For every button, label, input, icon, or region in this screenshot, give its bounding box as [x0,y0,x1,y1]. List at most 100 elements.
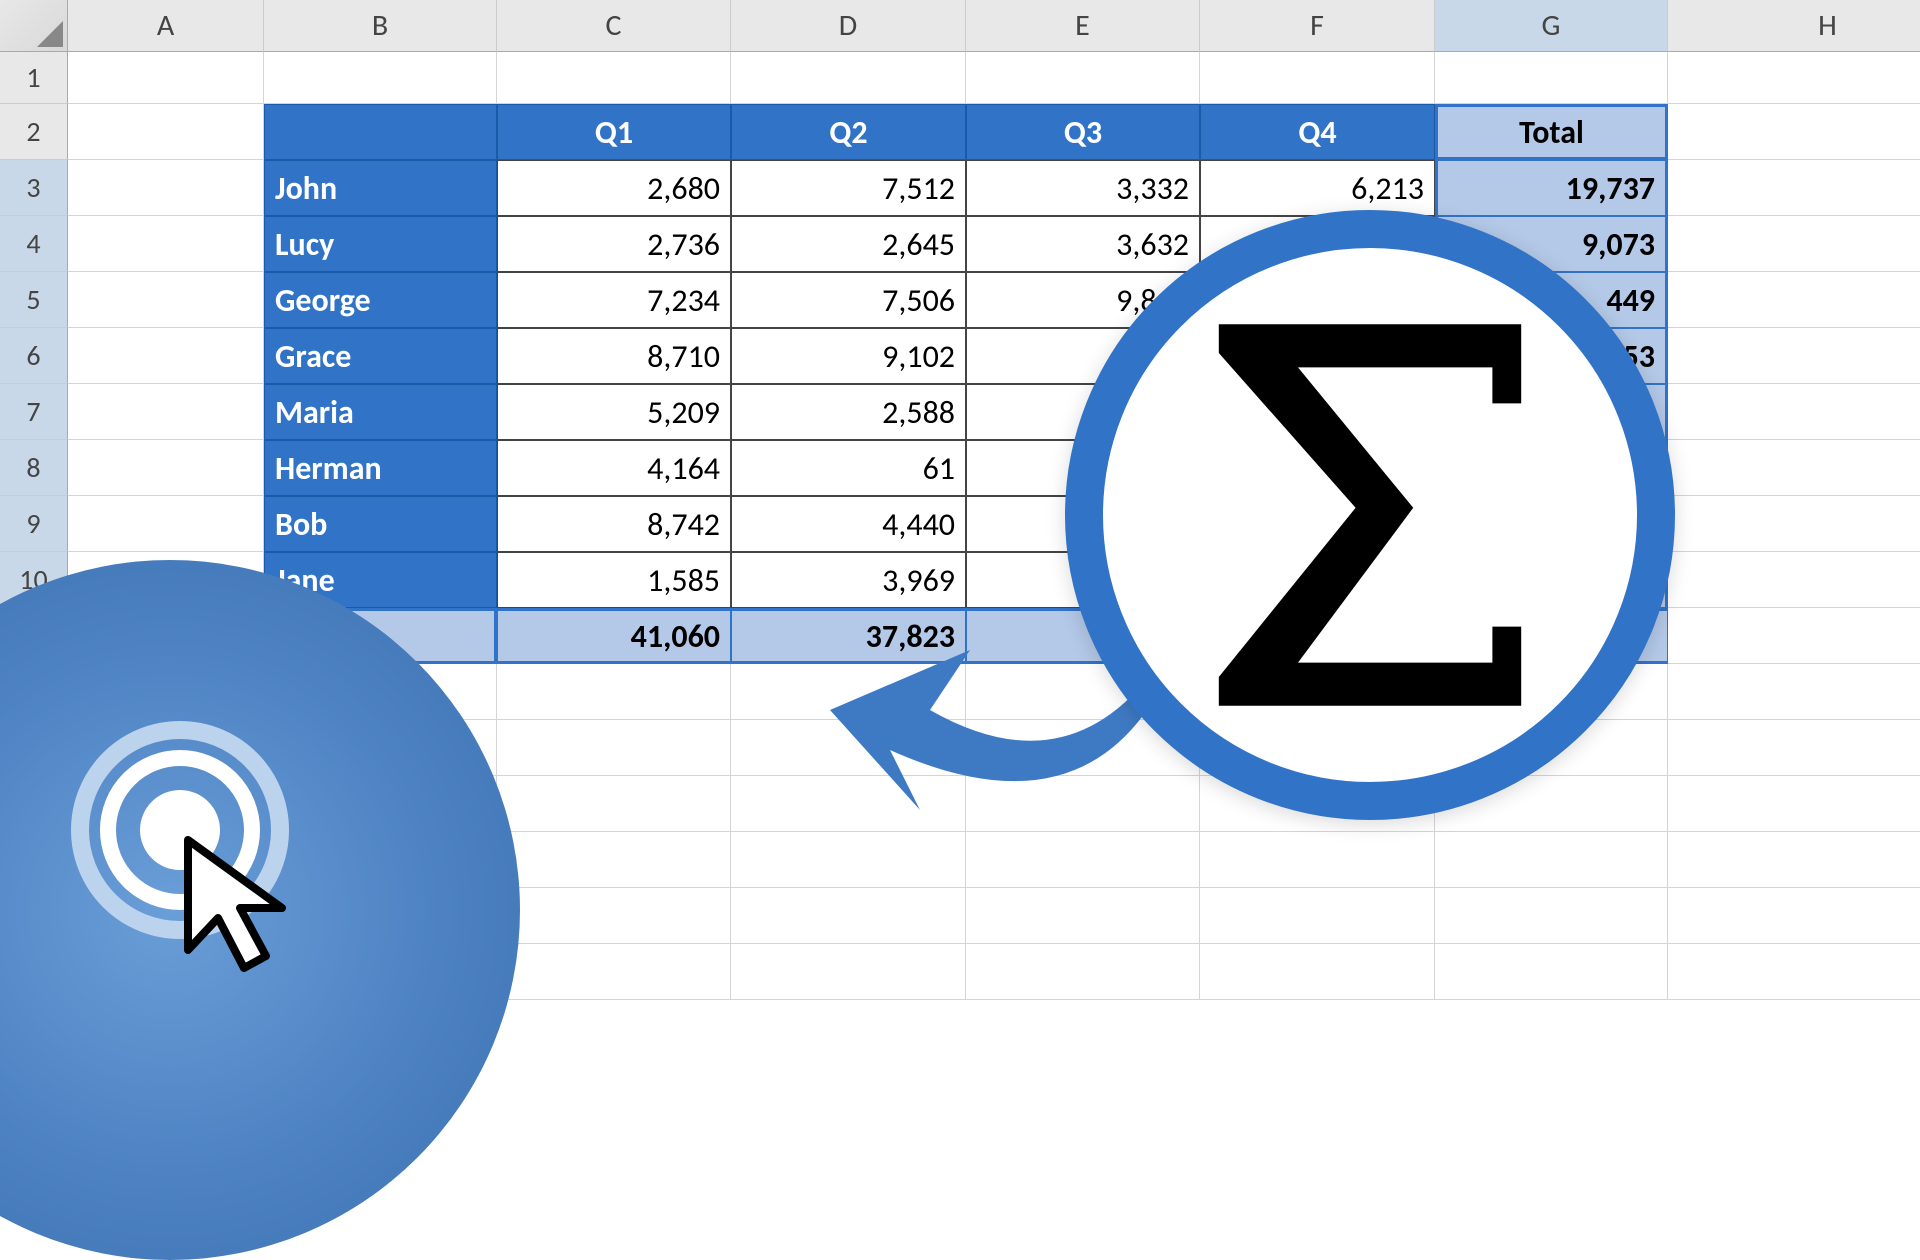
data-cell[interactable]: 2,588 [731,384,966,440]
data-cell[interactable]: 2,645 [731,216,966,272]
data-cell[interactable]: 2,736 [497,216,731,272]
col-header-C[interactable]: C [497,0,731,52]
row-header-7[interactable]: 7 [0,384,68,440]
col-header-D[interactable]: D [731,0,966,52]
cell-G15[interactable] [1435,832,1668,888]
data-cell[interactable]: 2,680 [497,160,731,216]
data-cell[interactable]: 3,632 [966,216,1200,272]
row-header-2[interactable]: 2 [0,104,68,160]
cell-H11[interactable] [1668,608,1920,664]
data-cell[interactable]: 4,440 [731,496,966,552]
cell-H13[interactable] [1668,720,1920,776]
cell-B1[interactable] [264,52,497,104]
col-header-B[interactable]: B [264,0,497,52]
name-cell[interactable]: Grace [264,328,497,384]
select-all-corner[interactable] [0,0,68,52]
cell-A6[interactable] [68,328,264,384]
cell-H5[interactable] [1668,272,1920,328]
data-cell[interactable]: 5,209 [497,384,731,440]
row-header-9[interactable]: 9 [0,496,68,552]
data-cell[interactable]: 3,969 [731,552,966,608]
data-cell[interactable]: 4,164 [497,440,731,496]
cell-C12[interactable] [497,664,731,720]
cell-H17[interactable] [1668,944,1920,1000]
cell-G17[interactable] [1435,944,1668,1000]
cell-C13[interactable] [497,720,731,776]
name-cell[interactable]: Bob [264,496,497,552]
cell-D17[interactable] [731,944,966,1000]
col-header-A[interactable]: A [68,0,264,52]
table-header-blank[interactable] [264,104,497,160]
cell-H12[interactable] [1668,664,1920,720]
row-header-4[interactable]: 4 [0,216,68,272]
row-header-1[interactable]: 1 [0,52,68,104]
cell-G16[interactable] [1435,888,1668,944]
cell-A3[interactable] [68,160,264,216]
col-header-H[interactable]: H [1668,0,1920,52]
data-cell[interactable]: 7,234 [497,272,731,328]
cell-A8[interactable] [68,440,264,496]
table-header-Total[interactable]: Total [1435,104,1668,160]
cell-F1[interactable] [1200,52,1435,104]
data-cell[interactable]: 19,737 [1435,160,1668,216]
cell-E17[interactable] [966,944,1200,1000]
cell-H4[interactable] [1668,216,1920,272]
cell-A7[interactable] [68,384,264,440]
cell-C15[interactable] [497,832,731,888]
data-cell[interactable]: 9,102 [731,328,966,384]
sigma-icon [1190,315,1550,715]
table-header-Q2[interactable]: Q2 [731,104,966,160]
cell-A9[interactable] [68,496,264,552]
cell-C1[interactable] [497,52,731,104]
sigma-badge [1065,210,1675,820]
name-cell[interactable]: George [264,272,497,328]
cell-H7[interactable] [1668,384,1920,440]
row-header-8[interactable]: 8 [0,440,68,496]
cell-H14[interactable] [1668,776,1920,832]
cell-C14[interactable] [497,776,731,832]
data-cell[interactable]: 7,506 [731,272,966,328]
cell-F17[interactable] [1200,944,1435,1000]
table-header-Q4[interactable]: Q4 [1200,104,1435,160]
col-header-E[interactable]: E [966,0,1200,52]
data-cell[interactable]: 61 [731,440,966,496]
cell-E1[interactable] [966,52,1200,104]
cell-A1[interactable] [68,52,264,104]
data-cell[interactable]: 7,512 [731,160,966,216]
cell-C16[interactable] [497,888,731,944]
data-cell[interactable]: 3,332 [966,160,1200,216]
row-header-6[interactable]: 6 [0,328,68,384]
cell-H1[interactable] [1668,52,1920,104]
cell-A2[interactable] [68,104,264,160]
cell-H3[interactable] [1668,160,1920,216]
name-cell[interactable]: Herman [264,440,497,496]
cell-H6[interactable] [1668,328,1920,384]
cell-H16[interactable] [1668,888,1920,944]
cell-H2[interactable] [1668,104,1920,160]
data-cell[interactable]: 6,213 [1200,160,1435,216]
row-headers: 1234567891011 [0,52,68,664]
table-header-Q3[interactable]: Q3 [966,104,1200,160]
cell-A5[interactable] [68,272,264,328]
cell-H8[interactable] [1668,440,1920,496]
row-header-3[interactable]: 3 [0,160,68,216]
cell-G1[interactable] [1435,52,1668,104]
cell-D1[interactable] [731,52,966,104]
total-cell[interactable]: 41,060 [497,608,731,664]
col-header-F[interactable]: F [1200,0,1435,52]
data-cell[interactable]: 8,710 [497,328,731,384]
name-cell[interactable]: Lucy [264,216,497,272]
column-headers: ABCDEFGH [68,0,1920,52]
cell-C17[interactable] [497,944,731,1000]
table-header-Q1[interactable]: Q1 [497,104,731,160]
cell-H9[interactable] [1668,496,1920,552]
cell-A4[interactable] [68,216,264,272]
cell-H15[interactable] [1668,832,1920,888]
data-cell[interactable]: 1,585 [497,552,731,608]
data-cell[interactable]: 8,742 [497,496,731,552]
row-header-5[interactable]: 5 [0,272,68,328]
col-header-G[interactable]: G [1435,0,1668,52]
cell-H10[interactable] [1668,552,1920,608]
name-cell[interactable]: Maria [264,384,497,440]
name-cell[interactable]: John [264,160,497,216]
